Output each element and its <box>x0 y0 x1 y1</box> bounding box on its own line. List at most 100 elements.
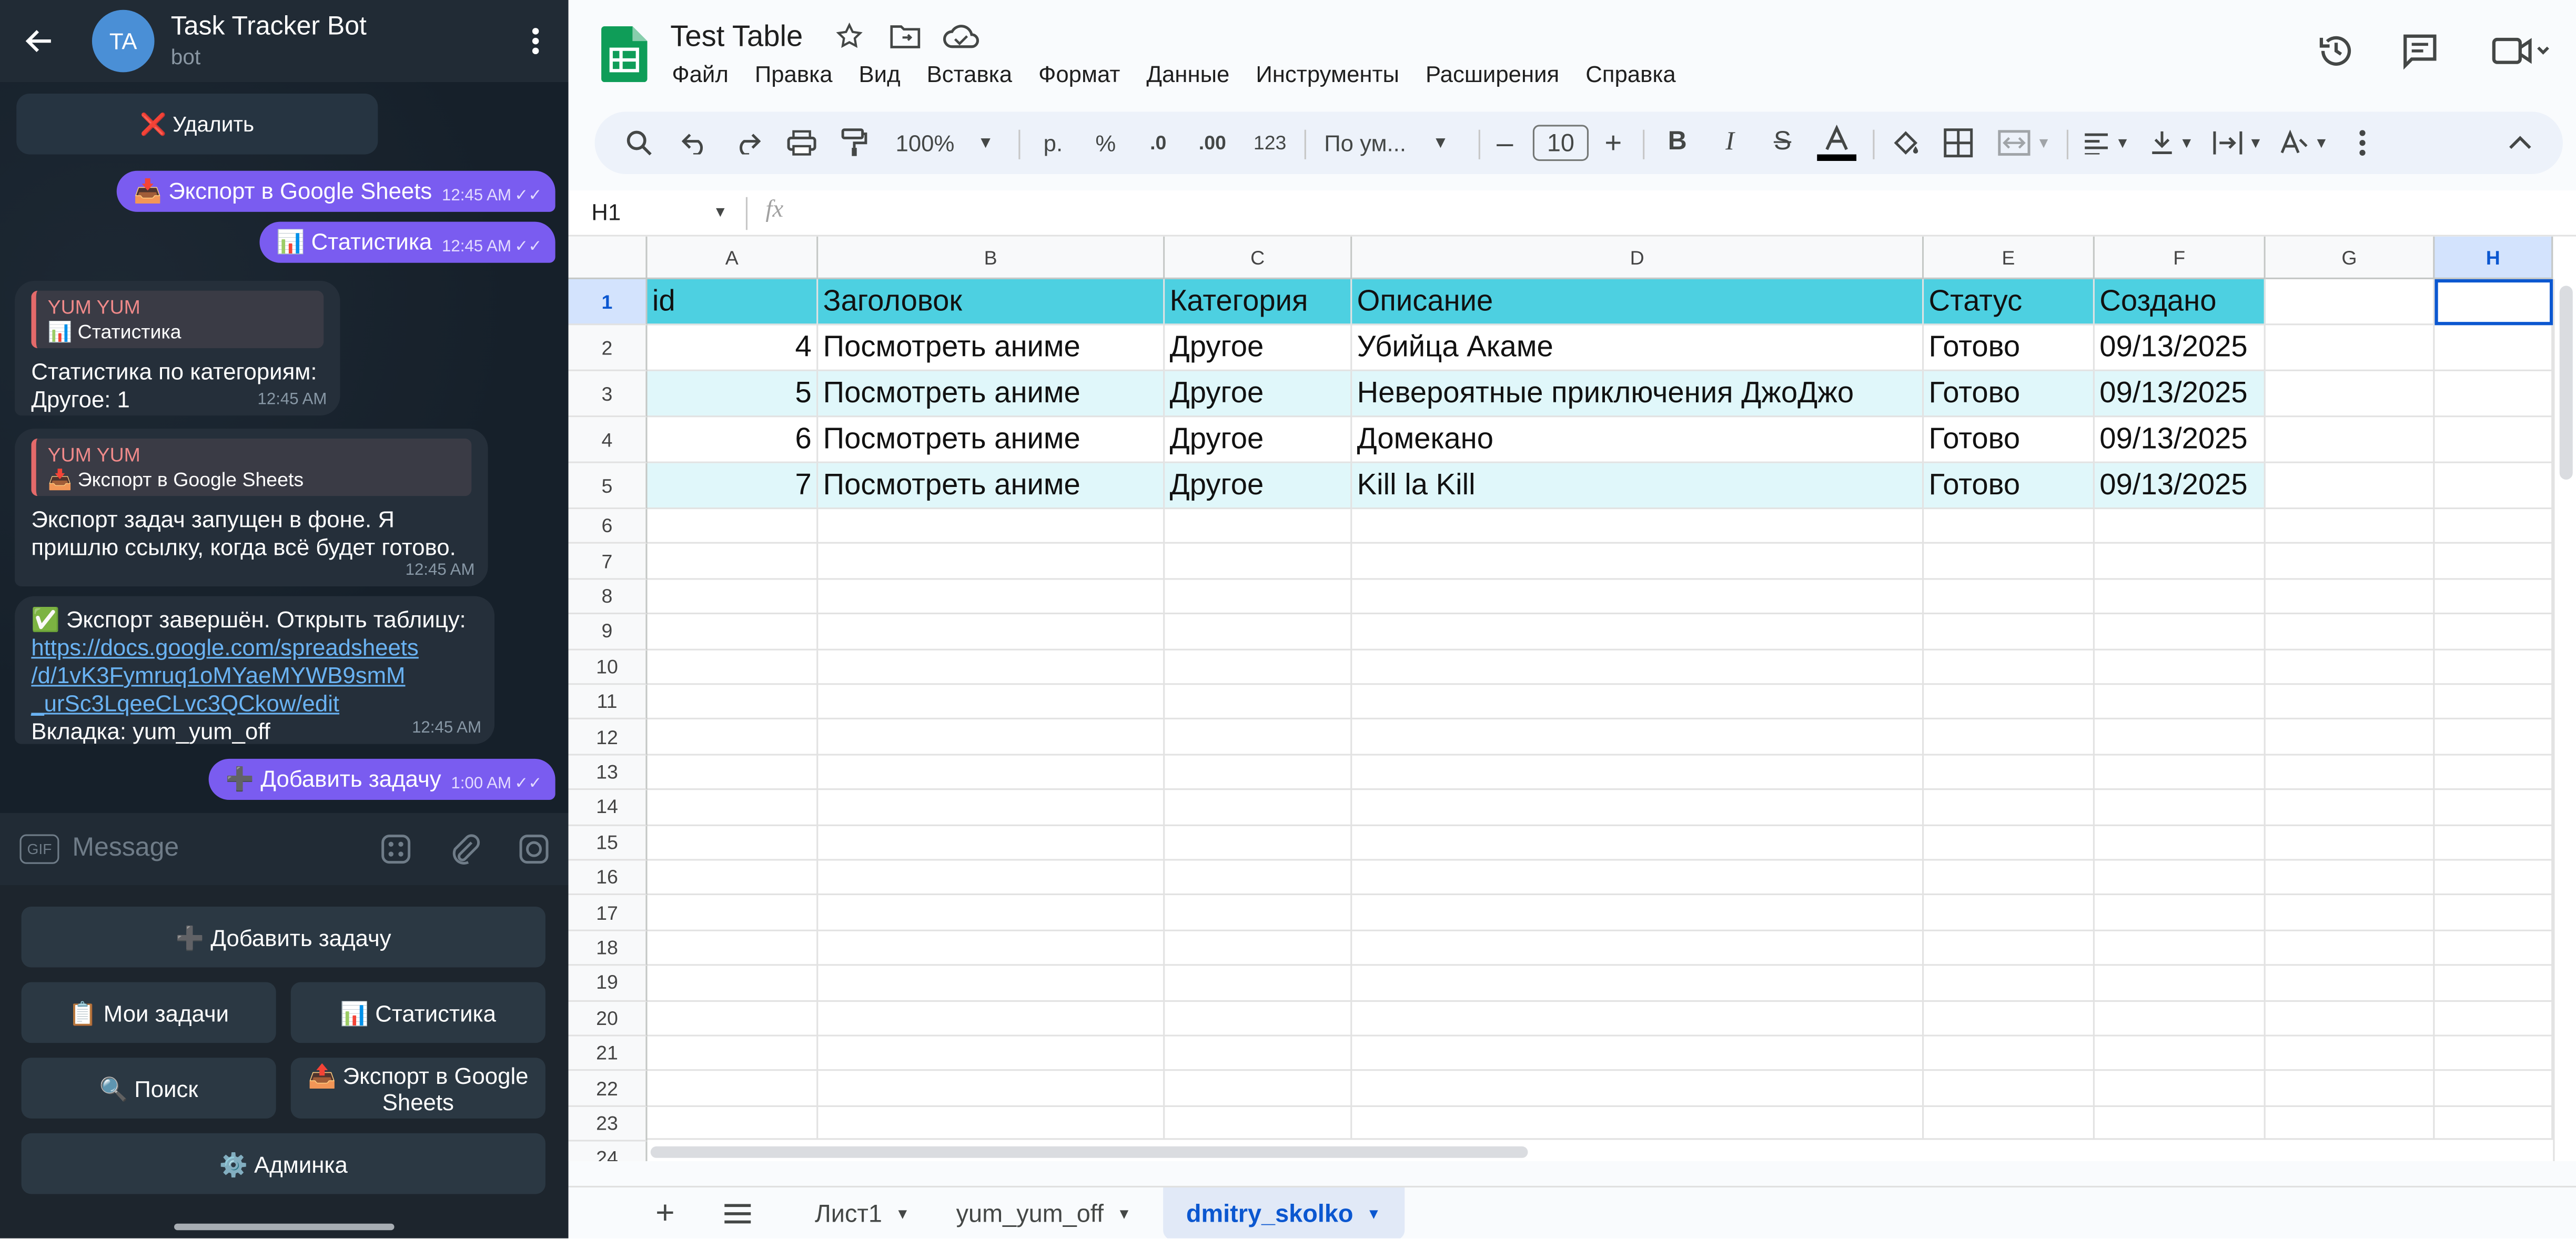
table-cell[interactable] <box>818 790 1165 826</box>
table-cell[interactable]: Посмотреть аниме <box>818 463 1165 510</box>
kb-my-tasks-button[interactable]: 📋 Мои задачи <box>21 982 276 1043</box>
camera-icon[interactable] <box>499 813 568 885</box>
table-cell[interactable] <box>2434 579 2553 615</box>
header-cell[interactable]: Категория <box>1165 279 1352 326</box>
table-cell[interactable]: 09/13/2025 <box>2094 417 2266 463</box>
outgoing-message[interactable]: 📥 Экспорт в Google Sheets 12:45 AM ✓✓ <box>117 170 555 212</box>
table-cell[interactable] <box>647 1106 819 1142</box>
horizontal-scroll-thumb[interactable] <box>650 1146 1528 1158</box>
menu-tools[interactable]: Инструменты <box>1256 61 1399 87</box>
table-cell[interactable] <box>1165 790 1352 826</box>
table-cell[interactable] <box>1165 579 1352 615</box>
table-cell[interactable] <box>818 685 1165 720</box>
table-cell[interactable] <box>1352 966 1924 1001</box>
table-cell[interactable] <box>647 1036 819 1072</box>
table-cell[interactable] <box>2265 1071 2435 1107</box>
message-input[interactable]: Message <box>72 835 361 864</box>
table-cell[interactable] <box>1165 825 1352 861</box>
sheet-tab[interactable]: yum_yum_off ▼ <box>956 1187 1132 1238</box>
row-header[interactable]: 15 <box>568 825 648 861</box>
table-cell[interactable] <box>647 966 819 1001</box>
table-cell[interactable] <box>2265 755 2435 790</box>
italic-button[interactable]: I <box>1709 111 1751 174</box>
formula-input[interactable] <box>812 196 2553 232</box>
decrease-font-size-button[interactable]: – <box>1485 111 1524 174</box>
table-cell[interactable] <box>1924 544 2095 580</box>
table-cell[interactable] <box>1352 720 1924 755</box>
table-cell[interactable] <box>2265 579 2435 615</box>
menu-format[interactable]: Формат <box>1038 61 1120 87</box>
column-header[interactable]: G <box>2265 236 2435 279</box>
table-cell[interactable] <box>1165 966 1352 1001</box>
table-cell[interactable] <box>2265 649 2435 685</box>
table-cell[interactable] <box>1165 755 1352 790</box>
table-cell[interactable] <box>2434 790 2553 826</box>
row-header[interactable]: 13 <box>568 755 648 790</box>
currency-format-button[interactable]: р. <box>1032 111 1074 174</box>
row-header[interactable]: 2 <box>568 325 648 371</box>
column-header[interactable]: F <box>2094 236 2266 279</box>
table-cell[interactable] <box>2434 1036 2553 1072</box>
table-cell[interactable] <box>647 579 819 615</box>
table-cell[interactable] <box>647 614 819 650</box>
table-cell[interactable] <box>647 1001 819 1037</box>
table-cell[interactable] <box>647 896 819 931</box>
increase-font-size-button[interactable]: + <box>1593 111 1633 174</box>
row-header[interactable]: 7 <box>568 544 648 580</box>
kb-add-task-button[interactable]: ➕ Добавить задачу <box>21 906 545 968</box>
table-cell[interactable] <box>2094 509 2266 544</box>
table-cell[interactable] <box>2094 896 2266 931</box>
table-cell[interactable]: 7 <box>647 463 819 510</box>
horizontal-scrollbar[interactable] <box>647 1138 2553 1162</box>
table-cell[interactable]: 4 <box>647 325 819 371</box>
table-cell[interactable] <box>1165 1036 1352 1072</box>
spreadsheet-grid[interactable]: A B C D E F G H 1 id Заголовок Категория Опи… <box>568 236 2576 1162</box>
print-icon[interactable] <box>780 111 823 174</box>
paint-format-icon[interactable] <box>833 111 875 174</box>
table-cell[interactable] <box>2265 860 2435 896</box>
column-header[interactable]: E <box>1924 236 2095 279</box>
table-cell[interactable] <box>1165 860 1352 896</box>
column-header-selected[interactable]: H <box>2434 236 2553 279</box>
table-cell[interactable]: Готово <box>1924 325 2095 371</box>
vertical-scroll-thumb[interactable] <box>2559 286 2573 480</box>
incoming-message[interactable]: YUM YUM 📊 Статистика Статистика по катег… <box>15 281 340 416</box>
column-header[interactable]: C <box>1165 236 1352 279</box>
table-cell[interactable] <box>2434 509 2553 544</box>
font-family-select[interactable]: По ум... ▼ <box>1318 111 1466 174</box>
table-cell[interactable] <box>2094 1001 2266 1037</box>
outgoing-message[interactable]: ➕ Добавить задачу 1:00 AM ✓✓ <box>209 758 555 800</box>
table-cell[interactable] <box>2434 825 2553 861</box>
table-cell[interactable] <box>1924 1071 2095 1107</box>
table-cell[interactable] <box>2265 685 2435 720</box>
table-cell[interactable] <box>647 860 819 896</box>
font-size-input[interactable]: 10 <box>1532 125 1589 161</box>
table-cell[interactable] <box>2265 896 2435 931</box>
table-cell[interactable] <box>1352 755 1924 790</box>
table-cell[interactable] <box>818 720 1165 755</box>
table-cell[interactable] <box>1352 649 1924 685</box>
row-header[interactable]: 5 <box>568 463 648 510</box>
table-cell[interactable] <box>1165 896 1352 931</box>
table-cell[interactable] <box>818 614 1165 650</box>
table-cell[interactable] <box>818 509 1165 544</box>
kb-stats-button[interactable]: 📊 Статистика <box>290 982 545 1043</box>
header-cell[interactable]: Создано <box>2094 279 2266 326</box>
table-cell[interactable] <box>2265 790 2435 826</box>
table-cell[interactable] <box>2434 1071 2553 1107</box>
row-header[interactable]: 24 <box>568 1142 648 1162</box>
document-title[interactable]: Test Table <box>670 19 803 54</box>
kb-admin-button[interactable]: ⚙️ Админка <box>21 1133 545 1194</box>
reply-quote[interactable]: YUM YUM 📥 Экспорт в Google Sheets <box>31 438 472 496</box>
table-cell[interactable] <box>1924 825 2095 861</box>
table-cell[interactable]: Невероятные приключения ДжоДжо <box>1352 371 1924 418</box>
table-cell[interactable] <box>2094 966 2266 1001</box>
table-cell[interactable] <box>647 755 819 790</box>
row-header[interactable]: 21 <box>568 1036 648 1072</box>
table-cell[interactable] <box>1924 896 2095 931</box>
table-cell[interactable] <box>2265 544 2435 580</box>
table-cell[interactable] <box>1924 649 2095 685</box>
table-cell[interactable] <box>1165 509 1352 544</box>
table-cell[interactable] <box>1924 755 2095 790</box>
table-cell[interactable]: Kill la Kill <box>1352 463 1924 510</box>
